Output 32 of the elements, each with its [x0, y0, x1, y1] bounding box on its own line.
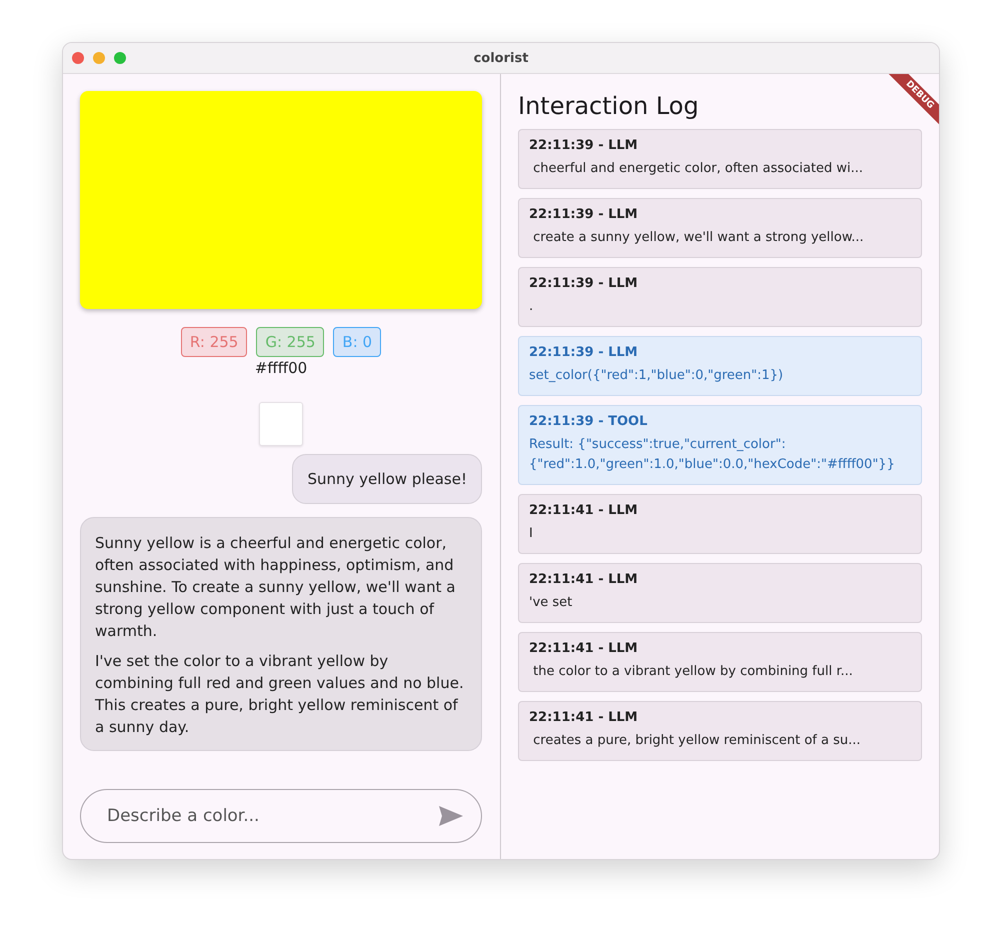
entry-text: .: [529, 298, 534, 316]
entry-header: 22:11:39 - LLM: [529, 138, 639, 153]
minimize-icon[interactable]: [93, 52, 105, 64]
entry-header: 22:11:41 - LLM: [529, 641, 639, 656]
entry-text: cheerful and energetic color, often associated wi...: [532, 160, 864, 178]
entry-header: 22:11:41 - LLM: [529, 503, 639, 518]
message-input[interactable]: Describe a color...: [80, 789, 482, 843]
hex-code: #ffff00: [254, 359, 308, 377]
channel-chip: G: 255: [256, 327, 324, 357]
entry-text: 've set: [529, 594, 574, 612]
entry-text: create a sunny yellow, we'll want a strong yellow...: [532, 229, 865, 247]
message-text: Sunny yellow please!: [307, 469, 467, 490]
entry-header: 22:11:39 - LLM: [529, 207, 639, 222]
entry-text: I: [529, 525, 534, 543]
entry-header: 22:11:39 - TOOL: [529, 414, 648, 429]
send-icon[interactable]: [438, 805, 464, 827]
entry-text: creates a pure, bright yellow reminiscent of a su...: [532, 732, 862, 750]
entry-text: the color to a vibrant yellow by combining full r...: [532, 663, 854, 681]
message-text: Sunny yellow is a cheerful and energetic color, often associated with happiness, optimism, and sunshine. To create a sunny yellow, we'll want a strong yellow component with just a touch of warmth.: [95, 533, 456, 642]
close-icon[interactable]: [72, 52, 84, 64]
preview-square: [259, 402, 303, 446]
window-title: colorist: [474, 50, 528, 66]
entry-header: 22:11:39 - LLM: [529, 276, 639, 291]
channel-chip: R: 255: [180, 327, 248, 357]
entry-header: 22:11:41 - LLM: [529, 710, 639, 725]
entry-header: 22:11:41 - LLM: [529, 572, 639, 587]
message-text: I've set the color to a vibrant yellow by combining full red and green values and no blue. This creates a pure, bright yellow reminiscent of a sunny day.: [95, 651, 465, 738]
channel-chip: B: 0: [333, 327, 382, 357]
entry-text: set_color({"red":1,"blue":0,"green":1}): [529, 367, 784, 385]
maximize-icon[interactable]: [114, 52, 126, 64]
entry-text: Result: {"success":true,"current_color":{"red":1.0,"green":1.0,"blue":0.0,"hexCode":"#ffff00"}}: [529, 436, 896, 474]
entry-header: 22:11:39 - LLM: [529, 345, 639, 360]
